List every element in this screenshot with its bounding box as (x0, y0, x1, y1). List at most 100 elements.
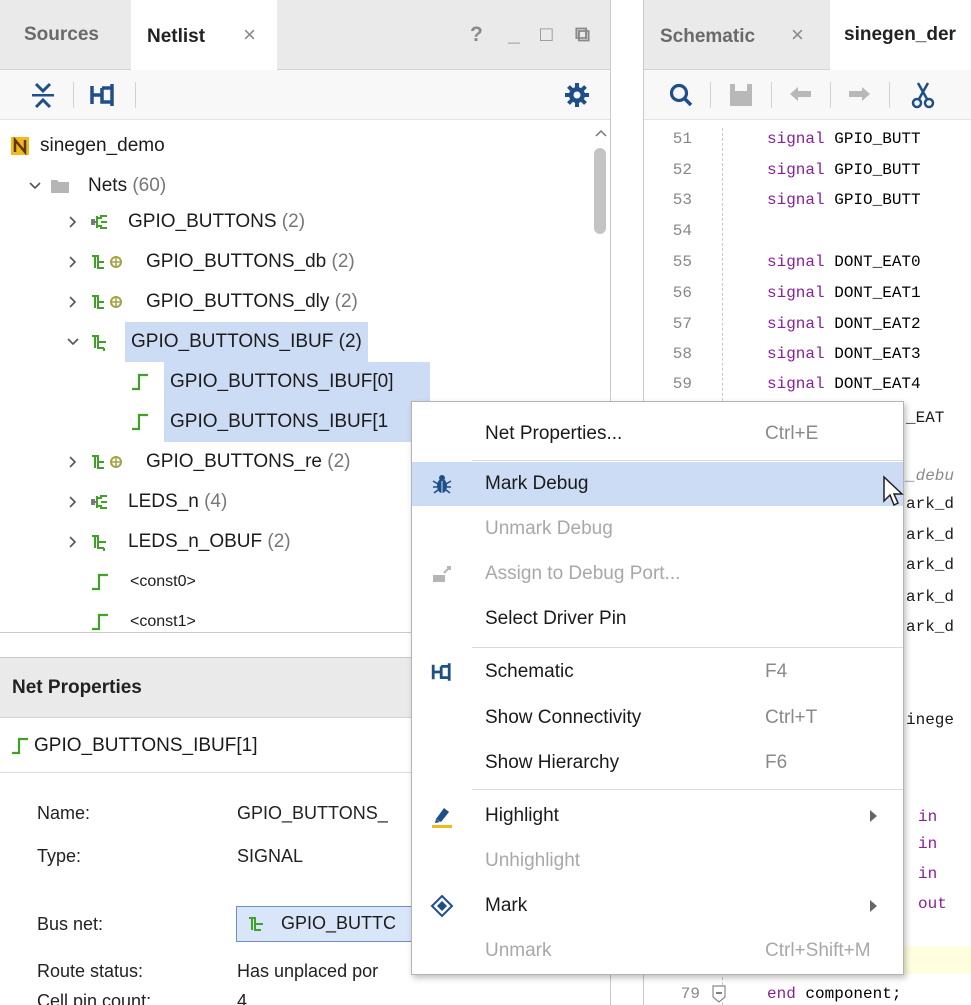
save-icon[interactable] (726, 80, 756, 110)
bus-port-icon (91, 215, 107, 229)
code-text: DONT_EAT3 (824, 345, 921, 363)
line-number: 58 (672, 345, 692, 363)
cut-icon[interactable] (908, 80, 938, 110)
assign-debug-icon (433, 566, 451, 582)
net-count: (2) (267, 531, 291, 552)
scrollbar-thumb[interactable] (594, 148, 606, 234)
code-peek: _debu (906, 462, 954, 491)
code-peek: in (918, 860, 937, 889)
tree-item-const0[interactable]: <const0> (90, 562, 390, 602)
tree-item-gpio-buttons-ibuf-0[interactable]: GPIO_BUTTONS_IBUF[0] (130, 362, 430, 402)
code-keyword: in (918, 808, 938, 826)
menu-item-unhighlight[interactable]: Unhighlight (412, 839, 903, 883)
undo-icon[interactable] (786, 80, 816, 110)
chevron-down-icon[interactable] (66, 335, 80, 349)
netlist-n-icon (11, 136, 29, 156)
code-text: ark_d (906, 526, 955, 544)
float-icon[interactable]: ⧉ (575, 0, 590, 70)
bus-port-icon (91, 495, 107, 509)
scroll-up-icon[interactable] (595, 128, 607, 138)
chevron-down-icon[interactable] (28, 179, 42, 193)
tab-sinegen-demo[interactable]: sinegen_der (830, 0, 971, 71)
maximize-icon[interactable]: □ (540, 0, 553, 70)
chevron-right-icon[interactable] (66, 215, 80, 229)
menu-item-net-properties[interactable]: Net Properties... Ctrl+E (412, 412, 903, 456)
code-text: _EAT (906, 409, 945, 427)
chevron-right-icon[interactable] (66, 255, 80, 269)
tree-item-const1[interactable]: <const1> (90, 602, 390, 632)
net-icon (92, 573, 108, 591)
code-peek: ark_d (906, 521, 954, 550)
chevron-right-icon[interactable] (66, 535, 80, 549)
toolbar-separator (73, 82, 74, 108)
tree-item-leds-n-obuf[interactable]: LEDS_n_OBUF (2) (66, 522, 466, 562)
tree-item-leds-n[interactable]: LEDS_n (4) (66, 482, 466, 522)
line-number: 52 (672, 161, 692, 179)
minimize-icon[interactable]: _ (508, 0, 520, 70)
tree-item-gpio-buttons-db[interactable]: GPIO_BUTTONS_db (2) (66, 242, 466, 282)
prop-busnet-value: GPIO_BUTTC (281, 913, 397, 933)
tree-item-nets[interactable]: Nets (60) (28, 166, 328, 206)
net-count: (4) (204, 491, 228, 512)
line-number: 51 (672, 130, 692, 148)
code-keyword: signal (767, 130, 825, 148)
tree-item-gpio-buttons-ibuf-1[interactable]: GPIO_BUTTONS_IBUF[1 (130, 402, 430, 442)
menu-item-schematic[interactable]: Schematic F4 (412, 650, 903, 694)
menu-item-unmark-debug[interactable]: Unmark Debug (412, 507, 903, 551)
chevron-right-icon[interactable] (66, 495, 80, 509)
tab-netlist[interactable]: Netlist × (131, 0, 277, 71)
collapse-all-icon[interactable] (28, 80, 58, 110)
schematic-icon[interactable] (88, 80, 118, 110)
close-icon[interactable]: × (243, 22, 256, 47)
tree-item-gpio-buttons-dly[interactable]: GPIO_BUTTONS_dly (2) (66, 282, 466, 322)
fold-icon[interactable] (710, 985, 728, 1003)
net-properties-net-name: GPIO_BUTTONS_IBUF[1] (34, 735, 258, 756)
prop-type-value: SIGNAL (237, 846, 304, 866)
prop-busnet-link[interactable]: GPIO_BUTTC (236, 906, 436, 942)
net-count: (2) (338, 331, 362, 352)
menu-item-mark[interactable]: Mark (412, 884, 903, 928)
menu-item-select-driver-pin[interactable]: Select Driver Pin (412, 597, 903, 641)
toolbar-separator (710, 82, 711, 108)
line-number: 57 (672, 315, 692, 333)
bus-icon (92, 535, 106, 551)
menu-item-unmark[interactable]: Unmark Ctrl+Shift+M (412, 929, 903, 973)
chevron-right-icon[interactable] (66, 455, 80, 469)
menu-item-label: Net Properties... (485, 423, 623, 444)
menu-item-label: Schematic (485, 661, 574, 682)
net-icon (92, 613, 108, 631)
bus-debug-icon (92, 455, 122, 469)
menu-item-label: Unhighlight (485, 850, 581, 871)
code-text: ark_d (906, 588, 955, 606)
menu-item-mark-debug[interactable]: Mark Debug (412, 462, 903, 506)
chevron-right-icon[interactable] (66, 295, 80, 309)
gear-icon[interactable] (562, 80, 592, 110)
help-icon[interactable]: ? (470, 0, 483, 70)
menu-item-label: Select Driver Pin (485, 608, 627, 629)
redo-icon[interactable] (844, 80, 874, 110)
menu-item-assign-debug-port[interactable]: Assign to Debug Port... (412, 552, 903, 596)
tree-root-label: sinegen_demo (40, 135, 165, 156)
tab-schematic[interactable]: Schematic × (644, 0, 820, 70)
net-label: GPIO_BUTTONS_IBUF[1 (164, 402, 430, 442)
menu-item-label: Show Connectivity (485, 707, 642, 728)
submenu-arrow-icon (870, 810, 877, 822)
prop-route-status-label: Route status: (37, 961, 144, 981)
menu-item-show-hierarchy[interactable]: Show Hierarchy F6 (412, 741, 903, 785)
code-peek: ark_d (906, 583, 954, 612)
tree-item-gpio-buttons-re[interactable]: GPIO_BUTTONS_re (2) (66, 442, 466, 482)
tab-sinegen-label: sinegen_der (844, 24, 956, 45)
net-icon (12, 737, 28, 755)
search-icon[interactable] (666, 80, 696, 110)
toolbar-separator (771, 82, 772, 108)
tab-sources[interactable]: Sources (0, 0, 123, 70)
close-icon[interactable]: × (791, 22, 804, 47)
menu-item-show-connectivity[interactable]: Show Connectivity Ctrl+T (412, 696, 903, 740)
tree-item-gpio-buttons-ibuf[interactable]: GPIO_BUTTONS_IBUF (2) (66, 322, 466, 362)
line-number: 59 (672, 375, 692, 393)
menu-item-highlight[interactable]: Highlight (412, 794, 903, 838)
tree-item-gpio-buttons[interactable]: GPIO_BUTTONS (2) (66, 202, 466, 242)
net-label: GPIO_BUTTONS_dly (146, 291, 330, 312)
mouse-cursor-icon (883, 475, 904, 507)
code-text: ark_d (906, 495, 955, 513)
